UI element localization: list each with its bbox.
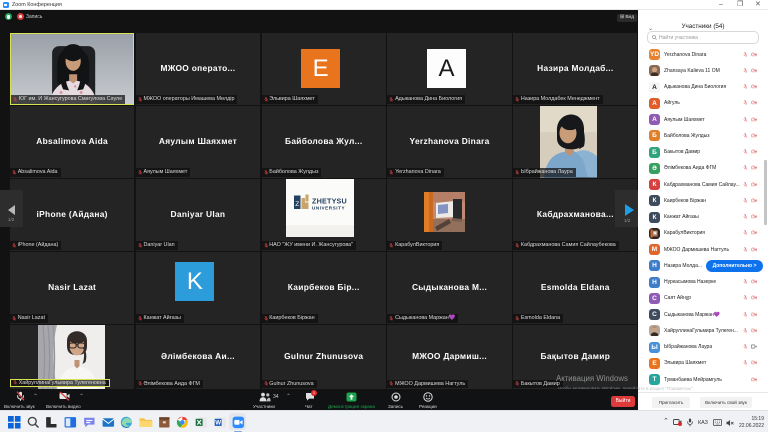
svg-text:W: W — [215, 420, 221, 427]
svg-text:UNIVERSITY: UNIVERSITY — [312, 206, 345, 211]
svg-text:Z: Z — [295, 201, 299, 208]
svg-text:ZHETYSU: ZHETYSU — [312, 197, 347, 206]
